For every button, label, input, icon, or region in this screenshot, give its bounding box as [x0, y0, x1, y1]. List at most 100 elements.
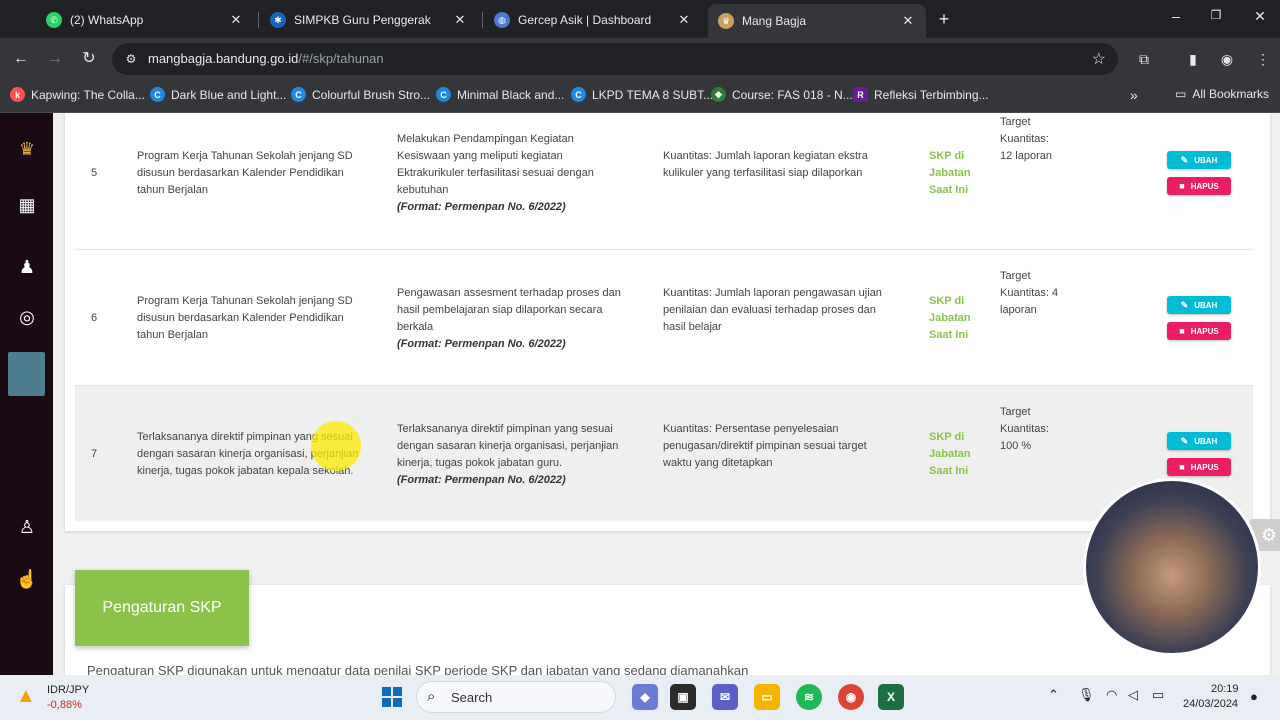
cursor-highlight [311, 421, 361, 471]
ubah-label: UBAH [1194, 155, 1218, 165]
menu-icon[interactable]: ⋮ [1252, 48, 1274, 70]
indikator-text: Kuantitas: Persentase penyelesaian penug… [663, 423, 867, 469]
course-icon: ◆ [711, 87, 726, 102]
bookmark-label: Colourful Brush Stro... [312, 87, 431, 102]
bookmark-item[interactable]: R Refleksi Terbimbing... [853, 87, 989, 102]
teams-icon[interactable]: ✉ [712, 684, 738, 710]
mangbagja-icon: ♛ [718, 13, 734, 29]
target-text: Target Kuantitas: 12 laporan [1000, 116, 1052, 162]
maximize-icon[interactable]: ❐ [1206, 8, 1226, 22]
canva-icon: C [571, 87, 586, 102]
kegiatan-cell: Melakukan Pendampingan Kegiatan Kesiswaa… [397, 131, 629, 216]
target-text: Target Kuantitas: 100 % [1000, 406, 1049, 452]
tray-chevron-icon[interactable]: ⌃ [1048, 687, 1059, 703]
reload-icon[interactable]: ↻ [78, 48, 100, 70]
clock-time[interactable]: 20:19 [1211, 683, 1239, 695]
kegiatan-cell: Pengawasan assesment terhadap proses dan… [397, 285, 635, 353]
hapus-label: HAPUS [1190, 326, 1219, 336]
microphone-icon[interactable]: 🎙 [1078, 687, 1095, 703]
canva-icon: C [291, 87, 306, 102]
hapus-button[interactable]: ■ HAPUS [1167, 177, 1231, 195]
copilot-icon[interactable]: ◆ [632, 684, 658, 710]
volume-icon[interactable]: ◁ [1128, 687, 1138, 703]
bookmark-item[interactable]: C Colourful Brush Stro... [291, 87, 430, 102]
dashboard-icon[interactable]: ▦ [13, 191, 41, 219]
extensions-icon[interactable]: ⧉ [1133, 48, 1155, 70]
canva-icon: C [150, 87, 165, 102]
bookmark-item[interactable]: ◆ Course: FAS 018 - N... [711, 87, 853, 102]
bookmark-star-icon[interactable]: ☆ [1092, 49, 1106, 69]
spotify-icon[interactable]: ≋ [796, 684, 822, 710]
ubah-button[interactable]: ✎ UBAH [1167, 432, 1231, 450]
ticker-label[interactable]: IDR/JPY [47, 684, 89, 696]
side-panel-icon[interactable]: ▮ [1182, 48, 1204, 70]
close-icon[interactable]: ✕ [900, 13, 916, 29]
all-bookmarks[interactable]: ▭ All Bookmarks [1175, 87, 1269, 101]
format-text: (Format: Permenpan No. 6/2022) [397, 338, 566, 350]
target-icon[interactable]: ◎ [13, 303, 41, 331]
whatsapp-icon: ✆ [46, 12, 62, 28]
logo-icon: ♛ [18, 139, 36, 159]
start-icon[interactable] [382, 687, 402, 707]
kegiatan-text: Melakukan Pendampingan Kegiatan Kesiswaa… [397, 133, 594, 196]
address-bar[interactable]: ⚙ mangbagja.bandung.go.id/#/skp/tahunan … [112, 43, 1118, 75]
tab-gercep[interactable]: ◍ Gercep Asik | Dashboard ✕ [484, 6, 702, 34]
taskbar: ▲ IDR/JPY -0,88% ⌕ Search ◆ ▣ ✉ ▭ ≋ ◉ X … [0, 675, 1280, 720]
task-view-icon[interactable]: ▣ [670, 684, 696, 710]
thumbs-up-icon[interactable]: ☝ [13, 565, 41, 593]
bookmark-label: Kapwing: The Colla... [31, 87, 145, 102]
indikator-text: Kuantitas: Jumlah laporan pengawasan uji… [663, 287, 882, 333]
trash-icon: ■ [1179, 462, 1185, 472]
tab-simpkb[interactable]: ✱ SIMPKB Guru Penggerak ✕ [260, 6, 478, 34]
close-icon[interactable]: ✕ [228, 12, 244, 28]
row-number: 7 [91, 448, 98, 460]
file-explorer-icon[interactable]: ▭ [754, 684, 780, 710]
clock-date[interactable]: 24/03/2024 [1183, 698, 1238, 710]
page-content: ♛ ▦ ♟ ◎ ♙ ☝ 5 Program Kerja Tahunan Seko… [0, 113, 1280, 675]
kapwing-icon: k [10, 87, 25, 102]
url-text[interactable]: mangbagja.bandung.go.id/#/skp/tahunan [148, 51, 384, 66]
bookmark-item[interactable]: k Kapwing: The Colla... [10, 87, 145, 102]
bookmark-item[interactable]: C Dark Blue and Light... [150, 87, 286, 102]
battery-icon[interactable]: ▭ [1152, 687, 1164, 703]
new-tab-icon[interactable]: + [934, 9, 954, 30]
bookmark-item[interactable]: C LKPD TEMA 8 SUBT... [571, 87, 713, 102]
tab-mangbagja[interactable]: ♛ Mang Bagja ✕ [708, 4, 926, 38]
notification-icon[interactable]: ● [1250, 689, 1258, 704]
profile-icon[interactable]: ◉ [1216, 48, 1238, 70]
row-number: 5 [91, 167, 98, 179]
person-icon[interactable]: ♙ [13, 513, 41, 541]
taskbar-search[interactable]: ⌕ Search [416, 681, 616, 713]
chrome-icon[interactable]: ◉ [838, 684, 864, 710]
bookmark-label: Refleksi Terbimbing... [874, 87, 989, 102]
bookmark-label: Course: FAS 018 - N... [732, 87, 853, 102]
ubah-button[interactable]: ✎ UBAH [1167, 151, 1231, 169]
webcam-overlay [1083, 478, 1261, 656]
program-text: Program Kerja Tahunan Sekolah jenjang SD… [137, 295, 353, 341]
hapus-button[interactable]: ■ HAPUS [1167, 322, 1231, 340]
minimize-icon[interactable]: – [1166, 8, 1186, 24]
tab-separator [482, 12, 483, 28]
forward-icon[interactable]: → [44, 48, 66, 70]
excel-icon[interactable]: X [878, 684, 904, 710]
format-text: (Format: Permenpan No. 6/2022) [397, 474, 566, 486]
hapus-button[interactable]: ■ HAPUS [1167, 458, 1231, 476]
format-text: (Format: Permenpan No. 6/2022) [397, 201, 566, 213]
wifi-icon[interactable]: ◠ [1106, 687, 1117, 703]
ubah-label: UBAH [1194, 300, 1218, 310]
stock-chart-icon[interactable]: ▲ [16, 685, 42, 709]
close-icon[interactable]: ✕ [676, 12, 692, 28]
user-icon[interactable]: ♟ [13, 253, 41, 281]
pengaturan-description: Pengaturan SKP digunakan untuk mengatur … [87, 663, 749, 675]
sidebar-active-item[interactable] [8, 352, 45, 396]
canva-icon: C [436, 87, 451, 102]
site-info-icon[interactable]: ⚙ [122, 50, 140, 68]
close-icon[interactable]: ✕ [452, 12, 468, 28]
tab-whatsapp[interactable]: ✆ (2) WhatsApp ✕ [36, 6, 254, 34]
more-bookmarks-icon[interactable]: » [1130, 87, 1138, 103]
window-close-icon[interactable]: ✕ [1250, 8, 1270, 25]
trash-icon: ■ [1179, 181, 1185, 191]
bookmark-item[interactable]: C Minimal Black and... [436, 87, 564, 102]
back-icon[interactable]: ← [10, 48, 32, 70]
ubah-button[interactable]: ✎ UBAH [1167, 296, 1231, 314]
